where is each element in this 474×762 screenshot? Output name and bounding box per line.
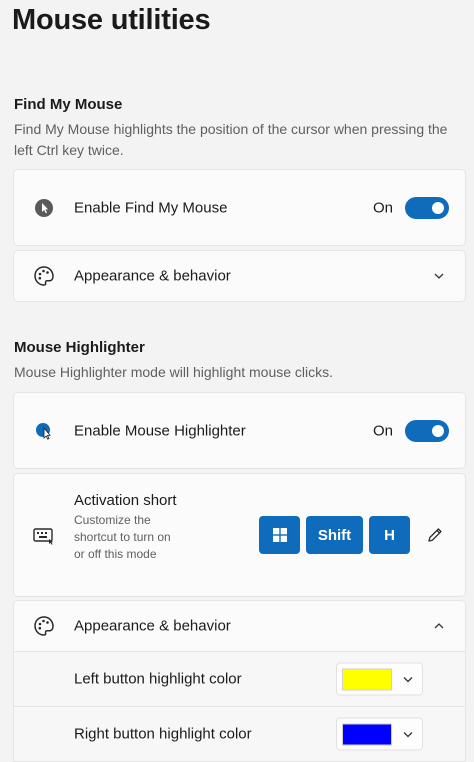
find-my-mouse-appearance-expander[interactable]: Appearance & behavior [13,250,466,302]
keyboard-icon [32,523,56,547]
key-shift: Shift [306,516,363,554]
find-my-mouse-toggle-text: On [372,199,393,216]
find-mouse-icon [32,196,56,220]
left-button-color-row: Left button highlight color [13,652,466,707]
key-windows [259,516,300,554]
enable-find-my-mouse-label: Enable Find My Mouse [74,199,228,216]
enable-mouse-highlighter-card: Enable Mouse Highlighter On [13,392,466,469]
key-h: H [369,516,410,554]
activation-shortcut-title: Activation short [74,492,177,509]
right-button-color-label: Right button highlight color [74,725,252,743]
find-my-mouse-description: Find My Mouse highlights the position of… [14,121,448,158]
palette-icon [32,264,56,288]
right-color-picker[interactable] [336,717,423,751]
mouse-highlighter-section-title: Mouse Highlighter [14,339,145,356]
toggle-knob [432,424,444,437]
mouse-highlighter-toggle-text: On [372,422,393,439]
left-color-picker[interactable] [336,662,423,696]
enable-find-my-mouse-card: Enable Find My Mouse On [13,169,466,246]
chevron-up-icon [433,620,445,632]
mouse-highlighter-appearance-label: Appearance & behavior [74,617,231,635]
palette-icon [32,614,56,638]
enable-mouse-highlighter-label: Enable Mouse Highlighter [74,422,246,439]
shortcut-keys: Shift H [259,516,410,554]
windows-icon [272,528,287,542]
mouse-highlighter-description: Mouse Highlighter mode will highlight mo… [14,364,334,380]
left-button-color-label: Left button highlight color [74,670,242,688]
activation-shortcut-description: Customize the shortcut to turn on or off… [74,513,171,561]
toggle-knob [432,201,444,214]
edit-shortcut-button[interactable] [424,524,446,546]
right-button-color-row: Right button highlight color [13,707,466,762]
right-color-swatch [342,723,392,746]
activation-shortcut-card: Activation short Customize the shortcut … [13,473,466,597]
chevron-down-icon [402,674,414,686]
chevron-down-icon [402,729,414,741]
mouse-highlighter-icon [32,419,56,443]
left-color-swatch [342,668,392,691]
find-my-mouse-toggle[interactable] [405,196,449,219]
mouse-highlighter-appearance-expander[interactable]: Appearance & behavior [13,600,466,652]
find-my-mouse-appearance-label: Appearance & behavior [74,267,231,285]
mouse-highlighter-toggle[interactable] [405,419,449,442]
chevron-down-icon [433,270,445,282]
pencil-icon [428,528,442,542]
find-my-mouse-section-title: Find My Mouse [14,96,123,113]
page-title: Mouse utilities [12,4,211,36]
